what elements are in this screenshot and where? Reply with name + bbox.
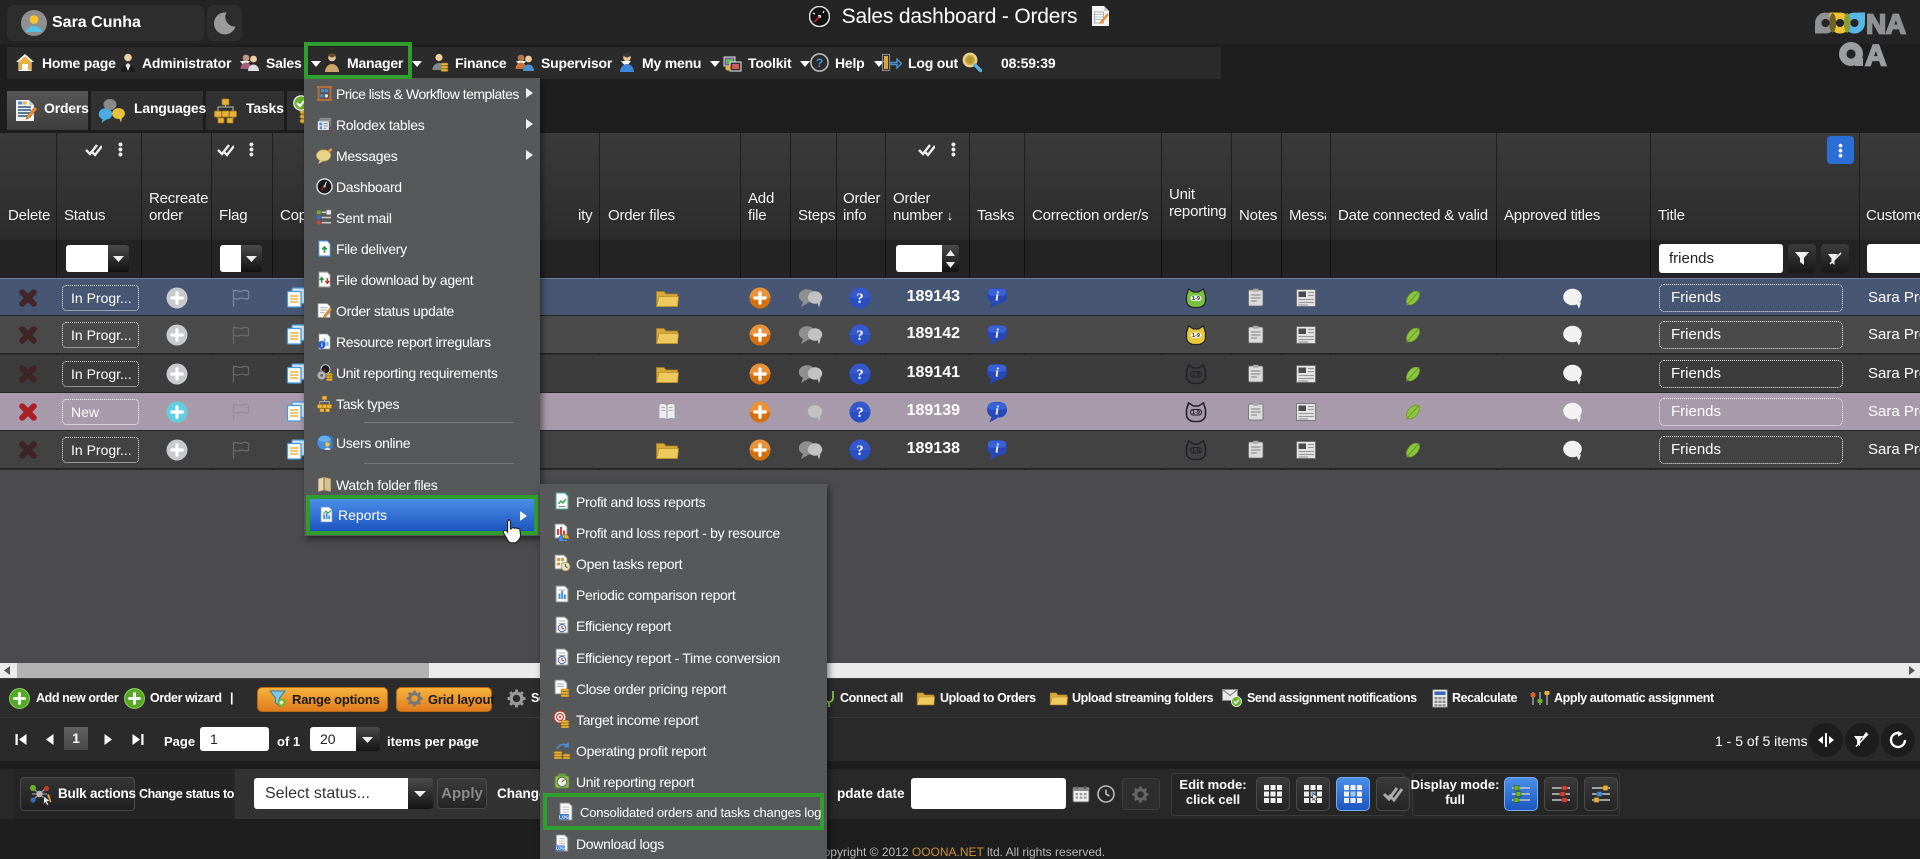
svg-text:LOG: LOG — [556, 845, 565, 850]
svg-text:A: A — [1865, 40, 1887, 68]
svg-text:LOG: LOG — [559, 814, 569, 819]
svg-text:NA: NA — [1866, 9, 1906, 40]
svg-text:?: ? — [816, 56, 823, 70]
